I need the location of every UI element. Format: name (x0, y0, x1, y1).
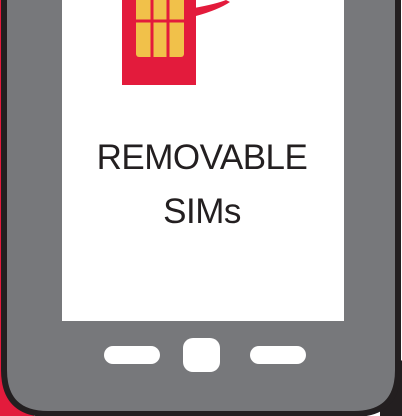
title-line-2: SIMs (163, 192, 241, 231)
soft-key-icon (250, 346, 306, 364)
home-button-icon (183, 338, 220, 372)
title-line-1: REMOVABLE (96, 138, 308, 177)
soft-key-icon (104, 346, 160, 364)
removable-sims-illustration: REMOVABLE SIMs (0, 0, 402, 416)
